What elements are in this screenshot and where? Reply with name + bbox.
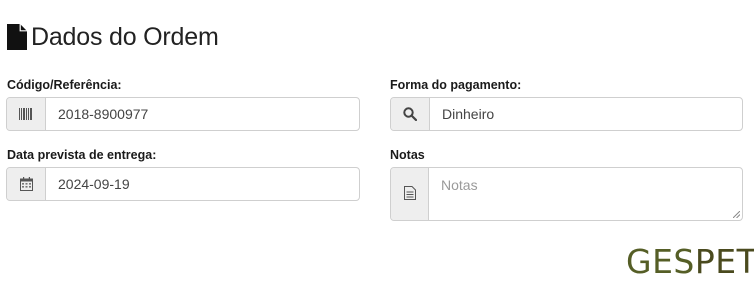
notas-textarea[interactable]: Notas xyxy=(429,168,742,220)
gespet-logo: GESPET xyxy=(626,244,754,280)
section-title: Dados do Ordem xyxy=(31,22,219,51)
codigo-input[interactable]: 2018-8900977 xyxy=(46,98,359,130)
logo-part-ges: GES xyxy=(626,242,695,281)
search-icon xyxy=(403,107,417,121)
notas-field[interactable]: Notas xyxy=(390,167,743,221)
logo-part-pet: PET xyxy=(694,242,754,281)
forma-pagamento-input[interactable]: Dinheiro xyxy=(430,98,742,130)
codigo-addon xyxy=(7,98,46,130)
file-icon xyxy=(7,24,27,50)
data-entrega-addon[interactable] xyxy=(7,168,46,200)
notas-addon xyxy=(391,168,429,220)
codigo-field[interactable]: 2018-8900977 xyxy=(6,97,360,131)
resize-handle-icon[interactable] xyxy=(733,211,740,218)
document-icon xyxy=(403,186,416,200)
data-entrega-input[interactable]: 2024-09-19 xyxy=(46,168,359,200)
data-entrega-label: Data prevista de entrega: xyxy=(7,148,157,162)
data-entrega-field[interactable]: 2024-09-19 xyxy=(6,167,360,201)
codigo-label: Código/Referência: xyxy=(7,78,122,92)
forma-pagamento-addon[interactable] xyxy=(391,98,430,130)
barcode-icon xyxy=(19,108,32,120)
page-title: Dados do Ordem xyxy=(7,22,219,52)
notas-label: Notas xyxy=(390,148,425,162)
forma-pagamento-label: Forma do pagamento: xyxy=(390,78,522,92)
forma-pagamento-field[interactable]: Dinheiro xyxy=(390,97,743,131)
calendar-icon xyxy=(19,177,33,191)
